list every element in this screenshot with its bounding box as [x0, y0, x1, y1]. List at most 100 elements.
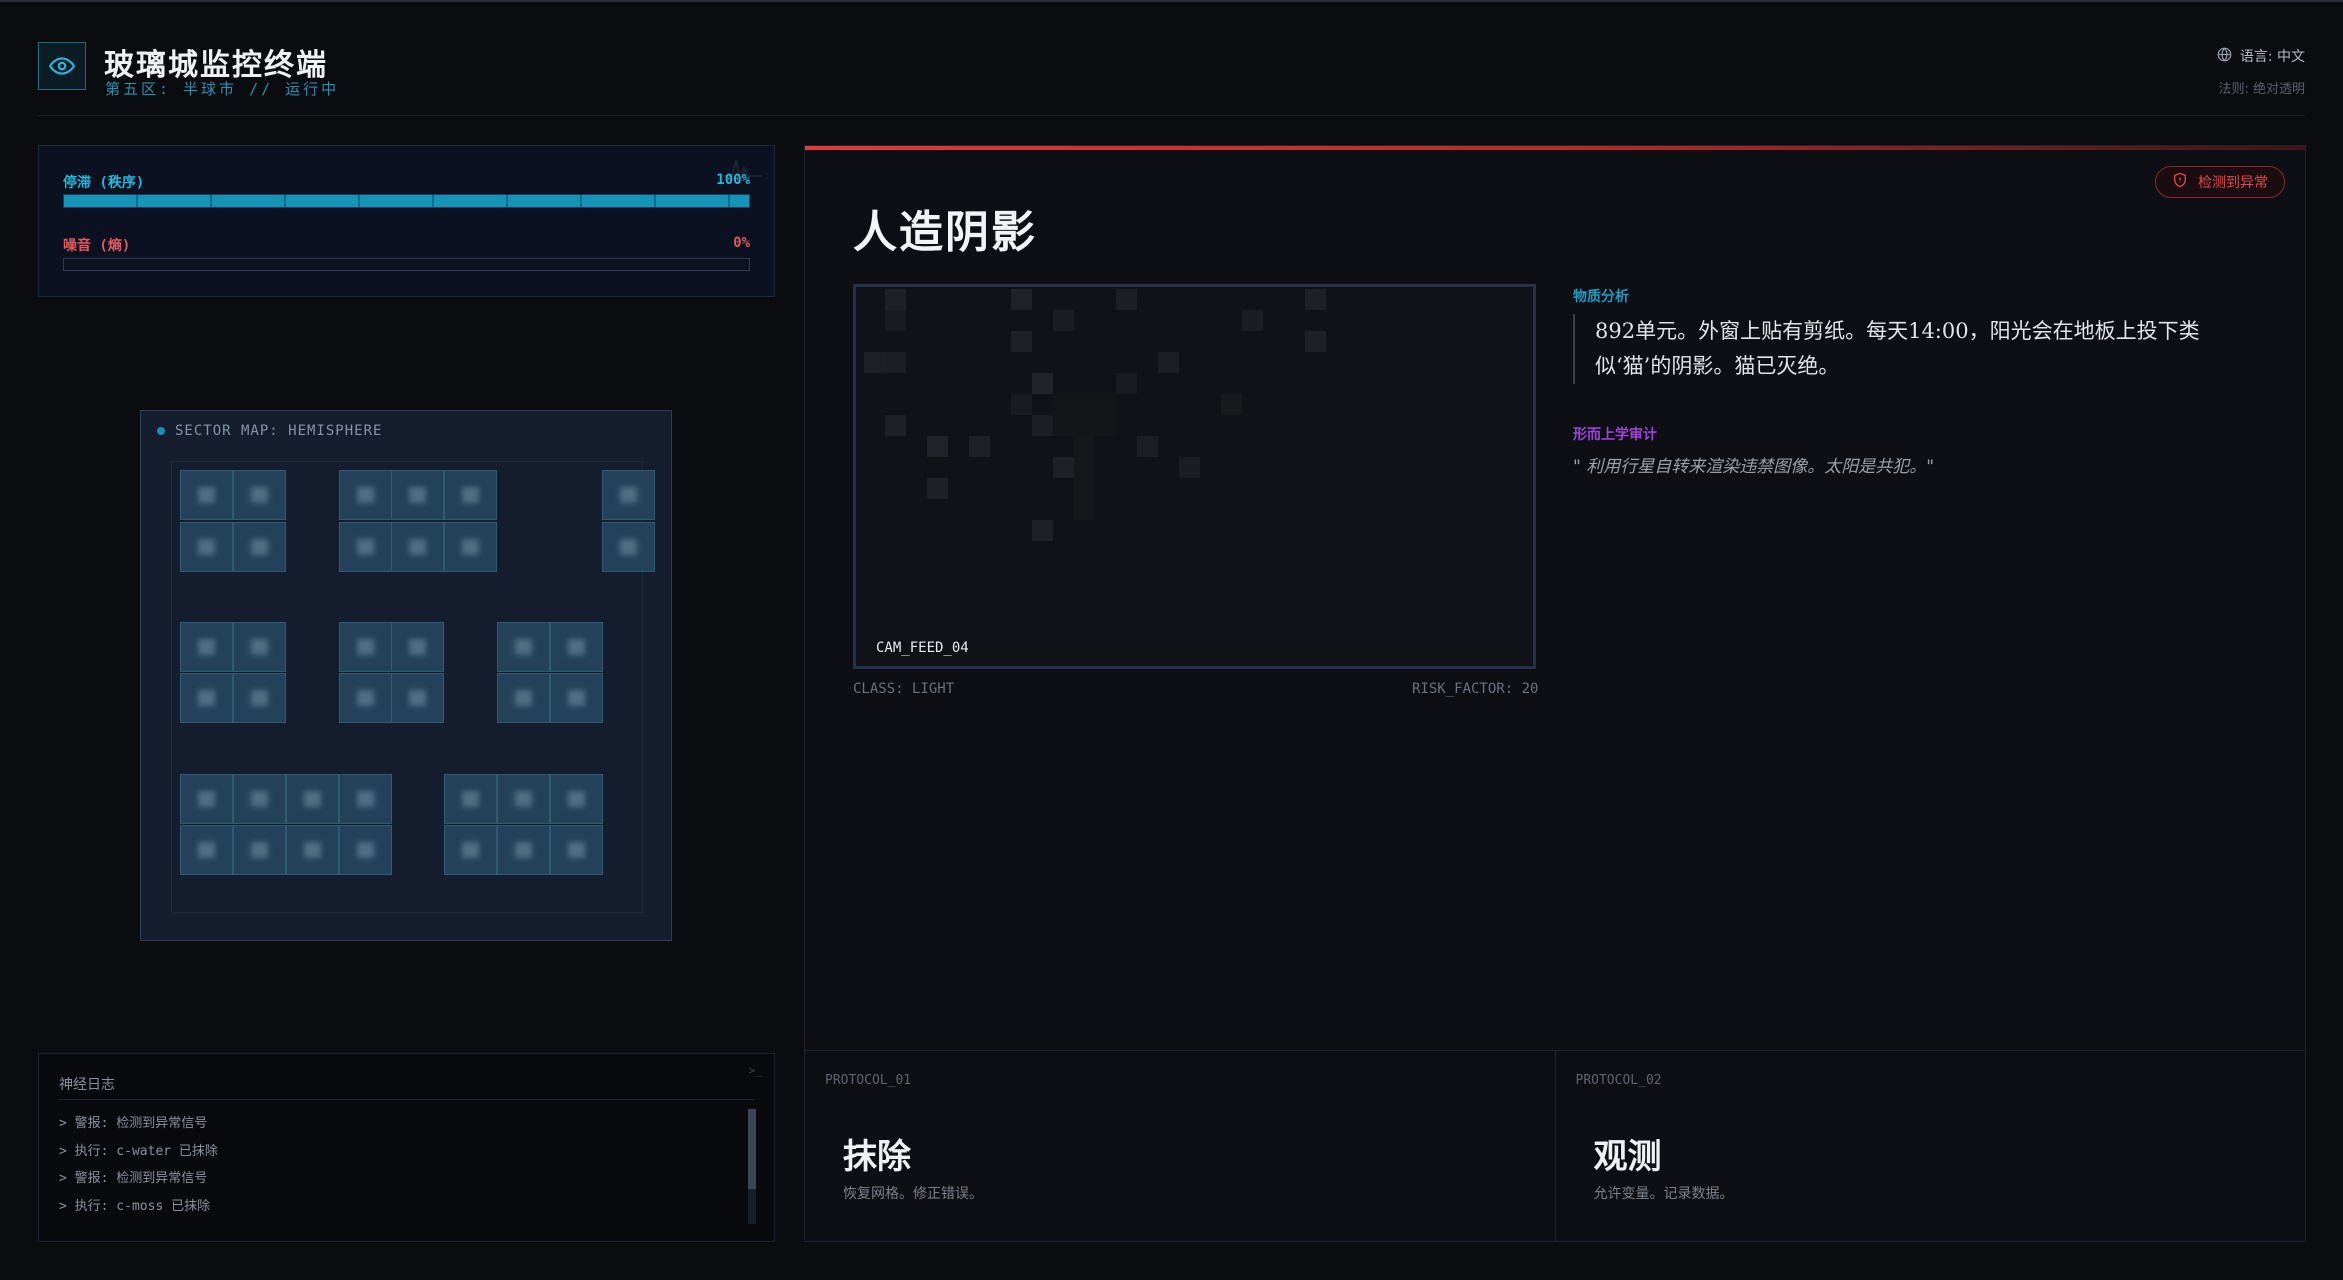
sector-cell[interactable]: [444, 470, 497, 520]
protocol-id: PROTOCOL_01: [825, 1073, 912, 1088]
sector-cell[interactable]: [180, 774, 233, 824]
feed-pixel: [927, 478, 948, 499]
log-line: > 执行: c-moss 已抹除: [59, 1198, 211, 1214]
feed-pixel: [1221, 394, 1242, 415]
sector-cell[interactable]: [180, 470, 233, 520]
log-title: 神经日志: [59, 1077, 115, 1093]
sector-cell[interactable]: [339, 774, 392, 824]
feed-pixel: [1011, 331, 1032, 352]
feed-pixel: [1053, 457, 1074, 478]
sector-cell[interactable]: [286, 774, 339, 824]
feed-class: CLASS: LIGHT: [853, 681, 955, 697]
feed-pixel: [1074, 478, 1095, 499]
sector-cell[interactable]: [602, 470, 655, 520]
camera-feed[interactable]: CAM_FEED_04: [853, 284, 1536, 669]
anomaly-detail-panel: 检测到异常 人造阴影 CAM_FEED_04 CLASS: LIGHT RISK…: [804, 145, 2306, 1242]
feed-pixel: [1032, 520, 1053, 541]
feed-pixel: [1116, 289, 1137, 310]
metaphysics-heading: 形而上学审计: [1573, 427, 1657, 443]
feed-pixel: [1011, 289, 1032, 310]
sector-cell[interactable]: [391, 470, 444, 520]
feed-pixel: [1074, 415, 1095, 436]
feed-pixel: [885, 415, 906, 436]
log-line: > 警报: 检测到异常信号: [59, 1116, 208, 1131]
language-selector[interactable]: 语言: 中文: [2217, 46, 2305, 66]
feed-pixel: [864, 352, 885, 373]
feed-pixel: [1305, 331, 1326, 352]
feed-pixel: [1074, 436, 1095, 457]
analysis-text: 892单元。外窗上贴有剪纸。每天14:00，阳光会在地板上投下类似‘猫’的阴影。…: [1573, 314, 2233, 384]
sector-cell[interactable]: [339, 622, 392, 672]
camera-feed-label: CAM_FEED_04: [876, 640, 969, 656]
app-subtitle: 第五区: 半球市 // 运行中: [105, 80, 340, 98]
alert-icon: [2172, 172, 2188, 192]
log-scrollbar[interactable]: [748, 1109, 756, 1224]
protocol-desc: 恢复网格。修正错误。: [843, 1186, 983, 1202]
sector-cell[interactable]: [444, 825, 497, 875]
feed-pixel: [969, 436, 990, 457]
sector-cell[interactable]: [233, 622, 286, 672]
alert-accent-bar: [805, 146, 2305, 150]
sector-cell[interactable]: [497, 825, 550, 875]
protocol-id: PROTOCOL_02: [1575, 1073, 1662, 1088]
sector-cell[interactable]: [339, 522, 392, 572]
app-header: 玻璃城监控终端 第五区: 半球市 // 运行中 语言: 中文 法则: 绝对透明: [38, 40, 2305, 116]
log-list: > 警报: 检测到异常信号 > 执行: c-water 已抹除 > 警报: 检测…: [59, 1110, 218, 1220]
sector-cell[interactable]: [339, 825, 392, 875]
feed-risk-factor: RISK_FACTOR: 20: [1412, 681, 1539, 697]
sector-cell[interactable]: [180, 522, 233, 572]
sector-cell[interactable]: [391, 522, 444, 572]
sector-cell[interactable]: [180, 622, 233, 672]
feed-pixel: [1242, 310, 1263, 331]
protocol-observe-button[interactable]: PROTOCOL_02 观测 允许变量。记录数据。: [1554, 1051, 2306, 1241]
sector-cell[interactable]: [339, 673, 392, 723]
sector-cell[interactable]: [497, 673, 550, 723]
sector-cell[interactable]: [233, 774, 286, 824]
sector-cell[interactable]: [180, 673, 233, 723]
sector-map: SECTOR MAP: HEMISPHERE: [140, 410, 672, 941]
log-line: > 执行: c-water 已抹除: [59, 1143, 218, 1159]
feed-pixel: [885, 352, 906, 373]
feed-pixel: [1074, 499, 1095, 520]
sector-cell[interactable]: [444, 522, 497, 572]
protocol-title: 抹除: [843, 1137, 911, 1177]
feed-pixel: [1053, 310, 1074, 331]
sector-cell[interactable]: [391, 673, 444, 723]
log-divider: [59, 1099, 754, 1100]
sector-cell[interactable]: [233, 470, 286, 520]
sector-map-header: SECTOR MAP: HEMISPHERE: [157, 423, 382, 439]
sector-grid: [171, 461, 655, 913]
sector-cell[interactable]: [391, 622, 444, 672]
eye-icon[interactable]: [38, 42, 86, 90]
sector-cell[interactable]: [233, 673, 286, 723]
anomaly-badge-label: 检测到异常: [2198, 175, 2268, 191]
sector-cell[interactable]: [180, 825, 233, 875]
sector-cell[interactable]: [602, 522, 655, 572]
feed-pixel: [1011, 394, 1032, 415]
globe-icon: [2217, 47, 2232, 66]
stasis-bar: [63, 194, 750, 208]
feed-pixel: [1074, 457, 1095, 478]
log-scrollbar-thumb[interactable]: [748, 1109, 756, 1189]
sector-cell[interactable]: [497, 622, 550, 672]
sector-cell[interactable]: [286, 825, 339, 875]
feed-pixel: [1053, 415, 1074, 436]
feed-pixel: [885, 289, 906, 310]
sector-cell[interactable]: [339, 470, 392, 520]
status-dot: [157, 427, 165, 435]
analysis-heading: 物质分析: [1573, 289, 1629, 305]
feed-pixel: [1032, 415, 1053, 436]
protocol-erase-button[interactable]: PROTOCOL_01 抹除 恢复网格。修正错误。: [805, 1051, 1555, 1241]
feed-pixel: [1095, 415, 1116, 436]
sector-cell[interactable]: [550, 774, 603, 824]
language-label: 语言: 中文: [2239, 49, 2305, 65]
sector-cell[interactable]: [233, 825, 286, 875]
sector-cell[interactable]: [444, 774, 497, 824]
sector-cell[interactable]: [233, 522, 286, 572]
sector-cell[interactable]: [550, 673, 603, 723]
sector-cell[interactable]: [497, 774, 550, 824]
sector-cell[interactable]: [550, 825, 603, 875]
sector-cell[interactable]: [550, 622, 603, 672]
noise-label: 噪音 (熵): [63, 238, 131, 254]
feed-pixel: [1116, 373, 1137, 394]
